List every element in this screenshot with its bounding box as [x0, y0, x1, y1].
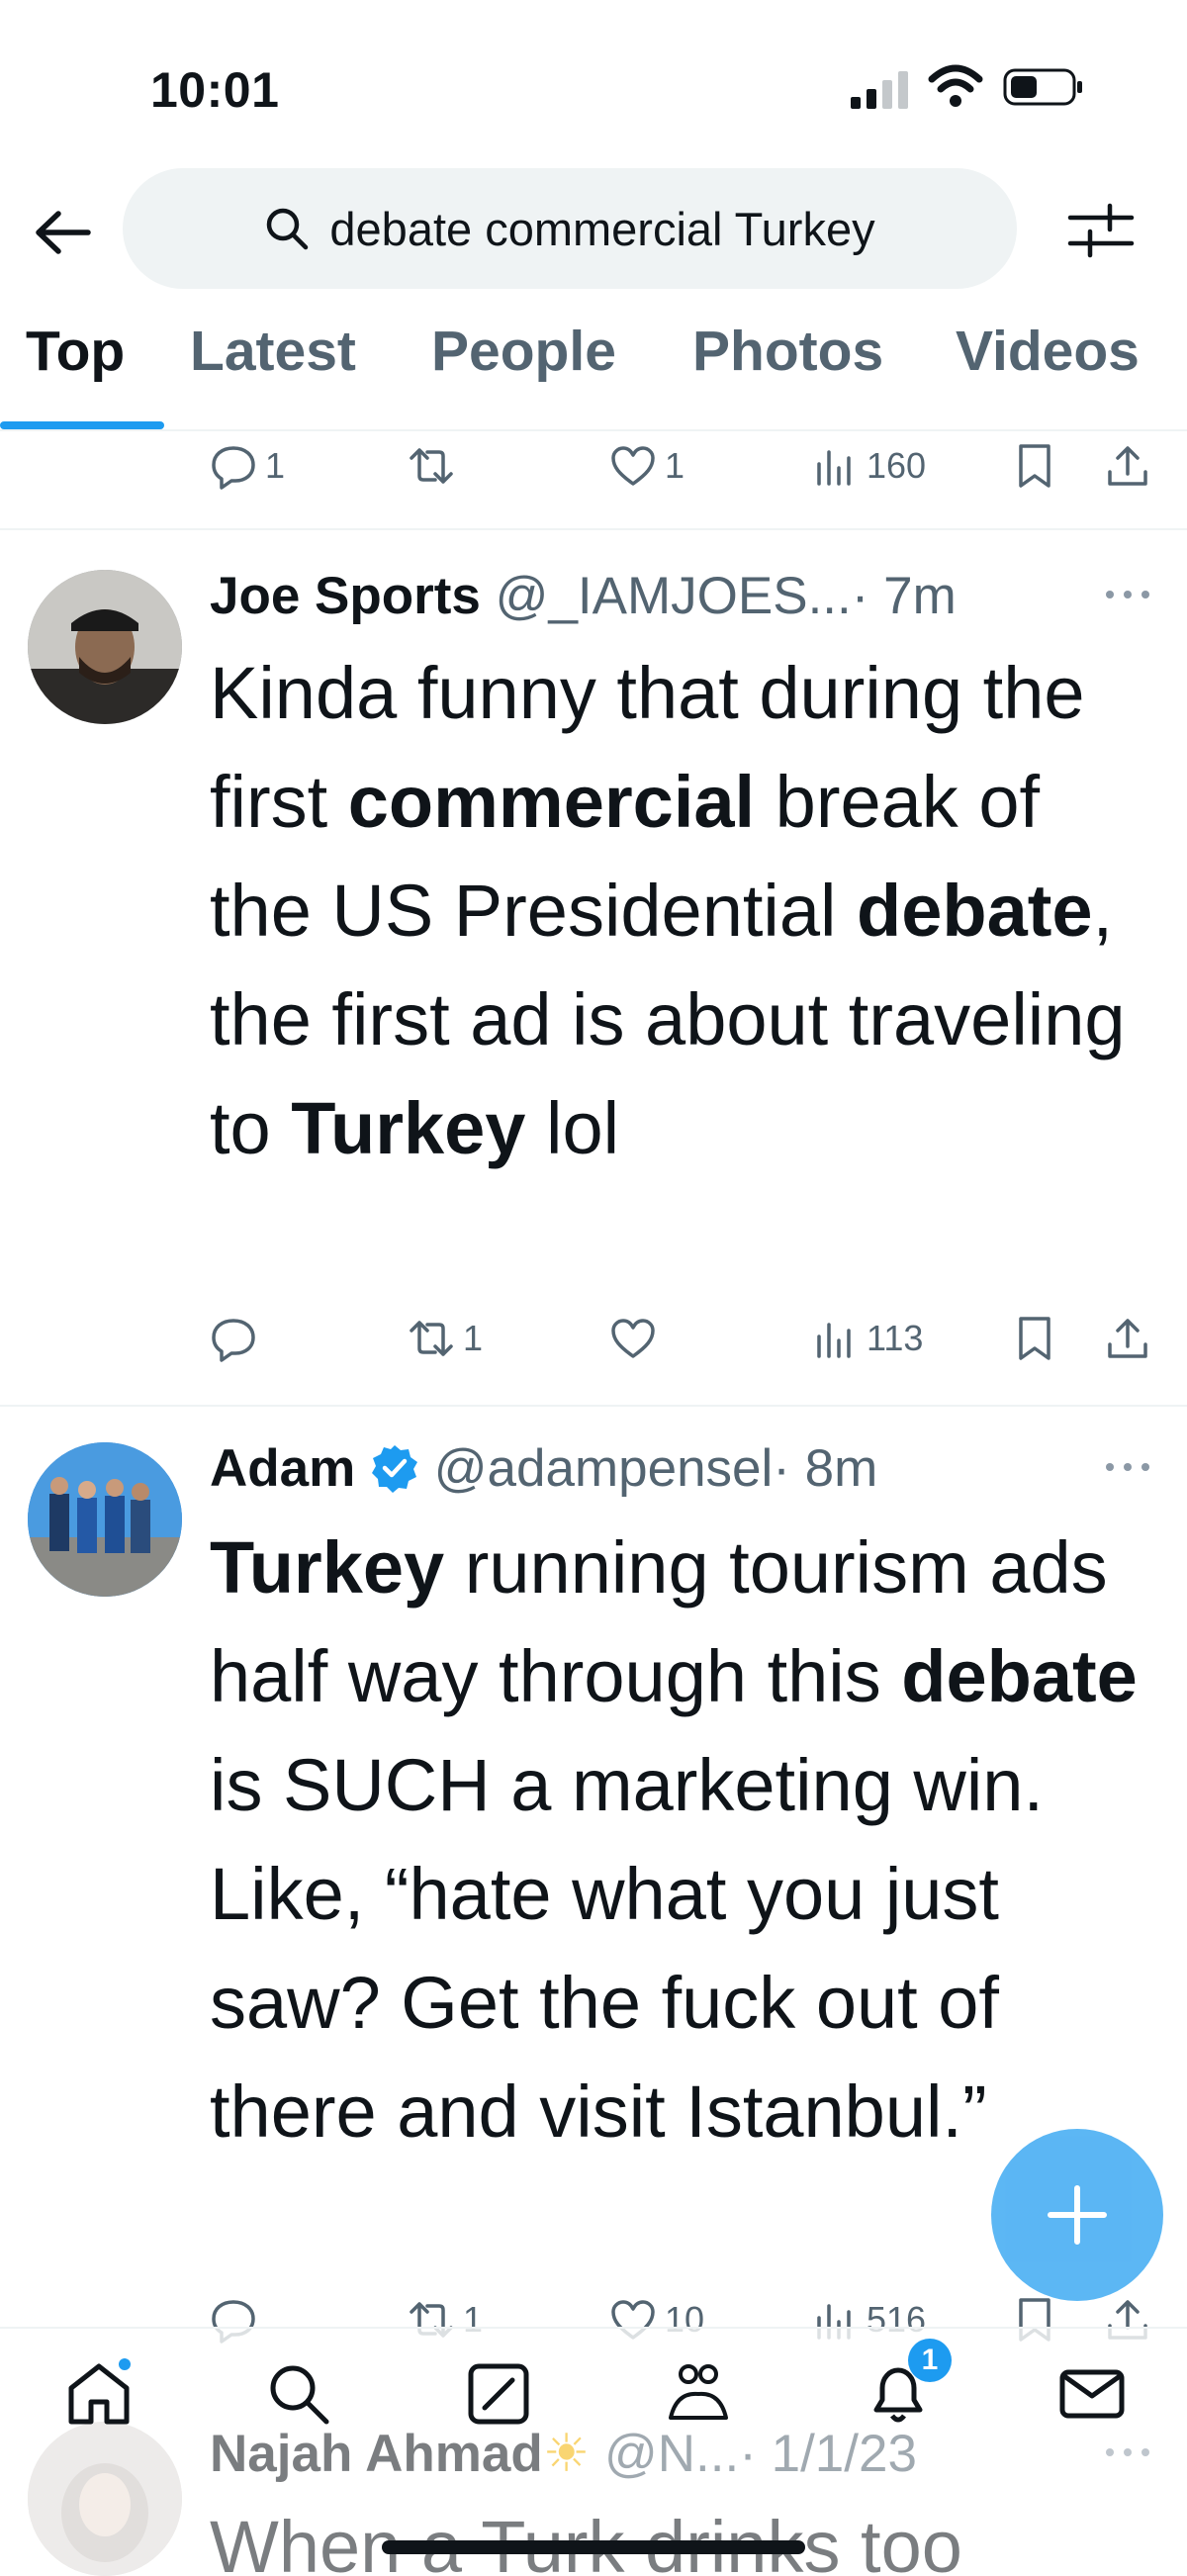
retweet-icon [410, 1321, 453, 1356]
tweet-actions: 1 113 [0, 1304, 1187, 1373]
battery-icon [1003, 68, 1082, 106]
tab-videos[interactable]: Videos [956, 319, 1140, 429]
avatar[interactable] [28, 1442, 182, 1597]
tab-top[interactable]: Top [26, 319, 125, 429]
tweet-divider [0, 528, 1187, 530]
tab-photos[interactable]: Photos [692, 319, 883, 429]
display-name[interactable]: Joe Sports [210, 566, 481, 626]
display-name[interactable]: Adam [210, 1438, 355, 1499]
arrow-left-icon [36, 211, 91, 254]
view-count: 113 [867, 1318, 924, 1358]
user-handle[interactable]: @_IAMJOES... [496, 566, 852, 626]
tweet-header: Joe Sports @_IAMJOES... · 7m [210, 560, 957, 631]
reply-button[interactable]: 1 [210, 431, 285, 501]
bookmark-icon [1019, 1317, 1050, 1360]
like-count: 1 [665, 445, 685, 486]
retweet-count: 1 [463, 1318, 484, 1358]
retweet-button[interactable] [408, 431, 455, 501]
views-button[interactable]: 113 [811, 1304, 923, 1373]
like-button[interactable] [609, 1304, 657, 1373]
search-input[interactable]: debate commercial Turkey [123, 168, 1017, 289]
heart-icon [611, 1319, 655, 1358]
messages-icon[interactable] [1056, 2358, 1128, 2430]
notifications-badge: 1 [908, 2339, 952, 2382]
tweet-header: Najah Ahmad ☀ @N... · 1/1/23 [210, 2418, 917, 2489]
tweet-divider [0, 1405, 1187, 1407]
search-query: debate commercial Turkey [329, 202, 875, 255]
more-options-icon[interactable] [1100, 580, 1155, 609]
plus-icon [1048, 2185, 1107, 2245]
cellular-signal-icon [851, 71, 908, 109]
status-time: 10:01 [150, 62, 280, 118]
avatar[interactable] [28, 570, 182, 724]
tweet-text: Kinda funny that during the first commer… [210, 652, 1126, 1169]
share-icon [1108, 446, 1147, 486]
views-chart-icon [817, 450, 851, 486]
verified-badge-icon [372, 1445, 417, 1493]
tweet-actions: 1 1 160 [0, 431, 1187, 501]
user-handle[interactable]: @adampensel [434, 1438, 774, 1499]
more-options-icon[interactable] [1100, 2438, 1155, 2467]
tweet-time[interactable]: · 7m [852, 566, 957, 626]
share-button[interactable] [1104, 1304, 1151, 1373]
like-button[interactable]: 1 [609, 431, 685, 501]
views-chart-icon [817, 1323, 851, 1358]
active-tab-indicator [0, 421, 164, 429]
tab-people[interactable]: People [431, 319, 616, 429]
more-options-icon[interactable] [1100, 1452, 1155, 1482]
status-bar: 10:01 [0, 0, 1187, 158]
reply-count: 1 [265, 445, 286, 486]
search-tabs: Top Latest People Photos Videos [0, 319, 1187, 429]
user-handle[interactable]: @N... [604, 2424, 739, 2484]
share-button[interactable] [1104, 431, 1151, 501]
reply-icon [212, 446, 255, 490]
display-name[interactable]: Najah Ahmad [210, 2424, 543, 2484]
tweet-text: When a Turk drinks too [210, 2506, 962, 2574]
search-icon [267, 208, 309, 250]
retweet-icon [410, 448, 453, 484]
search-filter-icon[interactable] [1066, 198, 1136, 263]
bookmark-button[interactable] [1011, 1304, 1058, 1373]
sun-emoji-icon: ☀ [542, 2424, 591, 2483]
tweet-time[interactable]: · 1/1/23 [739, 2424, 917, 2484]
reply-button[interactable] [210, 1304, 257, 1373]
wifi-icon [928, 64, 983, 107]
bookmark-icon [1019, 444, 1050, 488]
views-button[interactable]: 160 [811, 431, 926, 501]
home-icon[interactable] [63, 2358, 135, 2430]
tweet-text: Turkey running tourism ads half way thro… [210, 1526, 1138, 2153]
avatar-photo [28, 570, 182, 724]
avatar-photo [28, 1442, 182, 1597]
share-icon [1108, 1319, 1147, 1358]
heart-icon [611, 446, 655, 486]
tab-latest[interactable]: Latest [190, 319, 356, 429]
reply-icon [212, 1319, 255, 1362]
home-indicator [382, 2540, 805, 2554]
back-button[interactable] [28, 198, 97, 267]
compose-button[interactable] [991, 2129, 1163, 2301]
retweet-button[interactable]: 1 [408, 1304, 483, 1373]
view-count: 160 [867, 445, 927, 486]
tweet-header: Adam @adampensel · 8m [210, 1432, 877, 1504]
tweet-time[interactable]: · 8m [773, 1438, 877, 1499]
bookmark-button[interactable] [1011, 431, 1058, 501]
